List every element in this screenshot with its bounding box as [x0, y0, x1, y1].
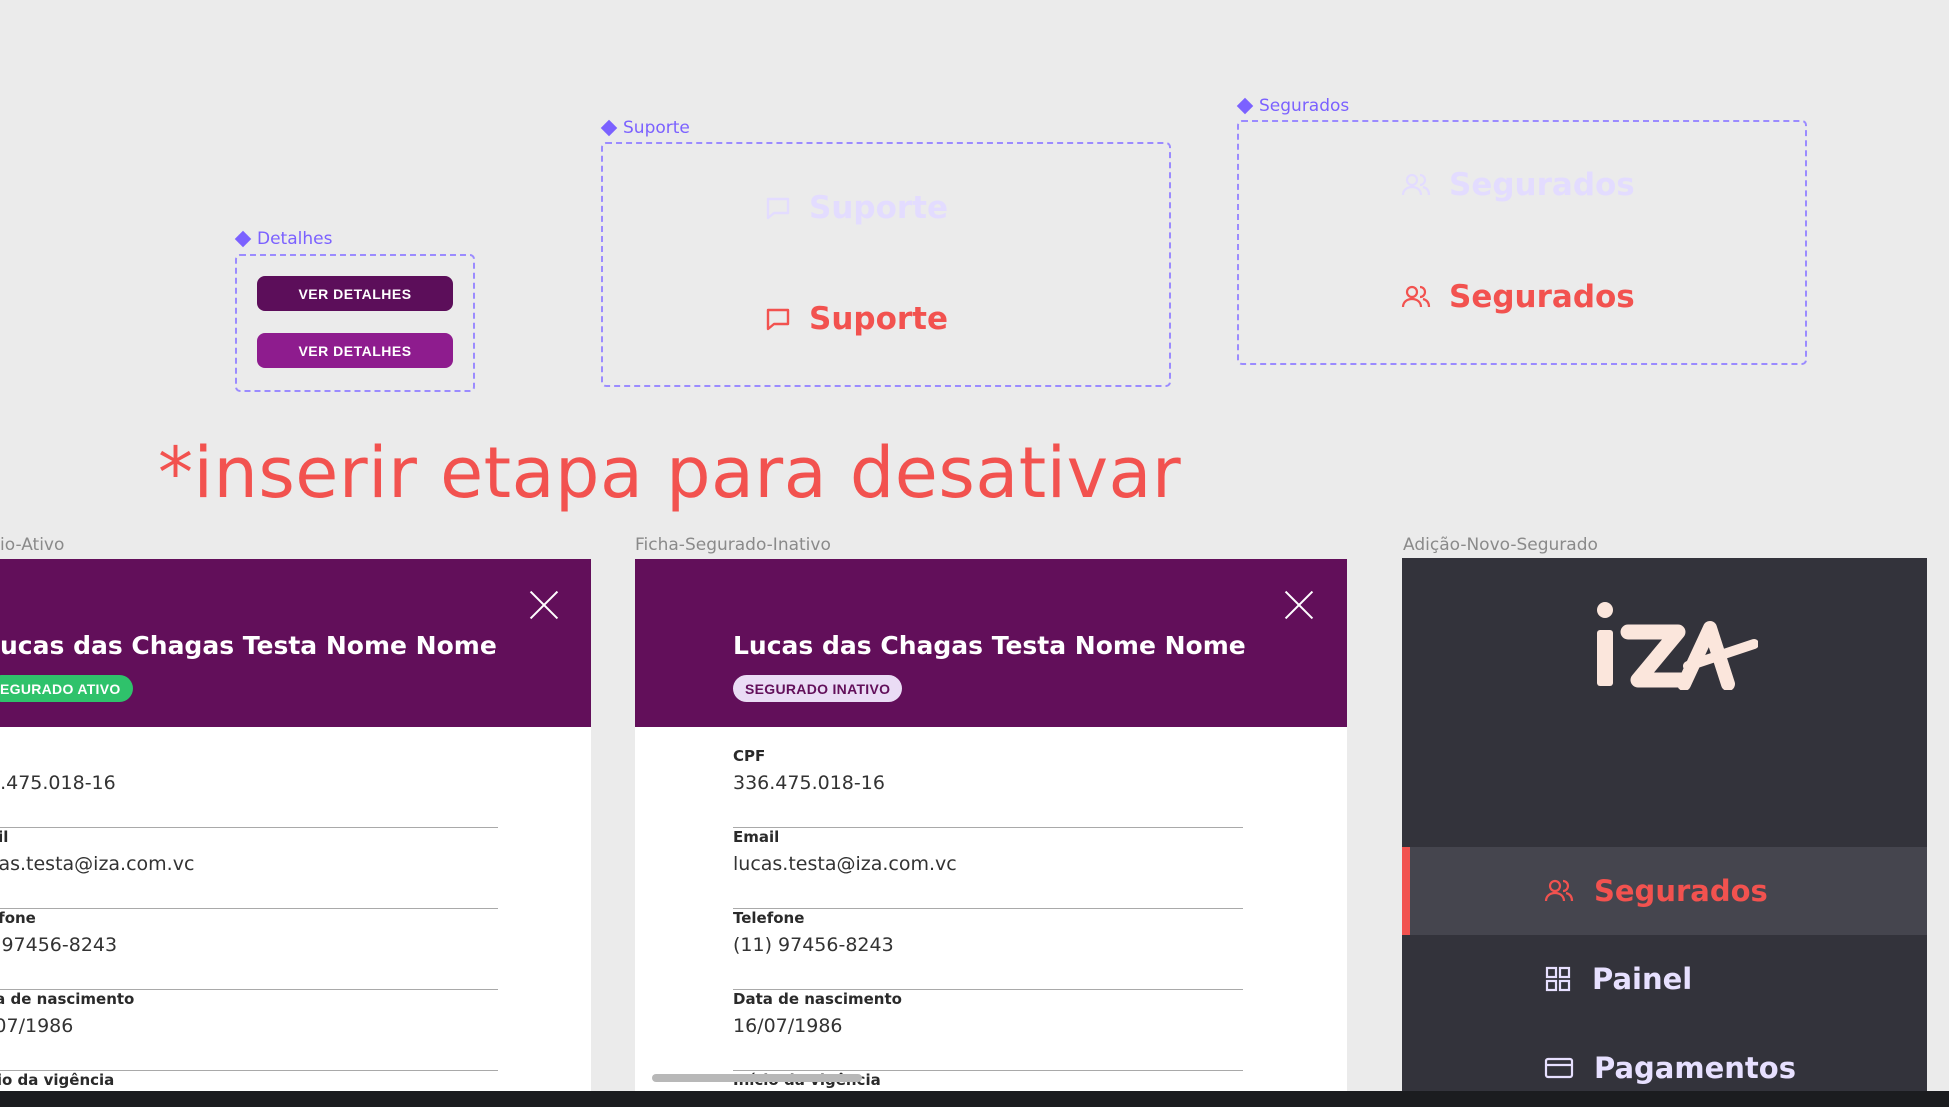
design-note: *inserir etapa para desativar	[158, 432, 1182, 514]
ver-detalhes-button[interactable]: VER DETALHES	[257, 276, 453, 311]
field-value: lucas.testa@iza.com.vc	[733, 853, 957, 875]
detalhes-component-label: Detalhes	[234, 229, 332, 249]
detalhes-component-frame	[235, 254, 475, 392]
field-label: ta de nascimento	[0, 990, 135, 1008]
frame-label-novo: Adição-Novo-Segurado	[1403, 535, 1598, 555]
birthdate-field: ta de nascimento /07/1986	[0, 990, 498, 1071]
chat-icon	[766, 308, 790, 331]
field-value: /07/1986	[0, 1015, 74, 1037]
component-icon	[234, 230, 252, 247]
insured-name: ucas das Chagas Testa Nome Nome	[0, 631, 497, 660]
users-icon	[1544, 879, 1574, 902]
horizontal-scrollbar[interactable]	[652, 1074, 862, 1082]
field-label: efone	[0, 909, 36, 927]
sidebar-item-painel[interactable]: Painel	[1402, 935, 1927, 1023]
sidebar-nav: iza Segurados Painel Pagamentos	[1402, 558, 1927, 1098]
status-badge: EGURADO ATIVO	[0, 675, 133, 702]
chat-icon	[766, 197, 790, 220]
suporte-nav-inactive[interactable]: Suporte	[765, 190, 948, 226]
cpf-field: CPF 336.475.018-16	[733, 747, 1243, 828]
field-label: Email	[733, 828, 780, 846]
email-field: Email lucas.testa@iza.com.vc	[733, 828, 1243, 909]
segurados-nav-active[interactable]: Segurados	[1401, 279, 1635, 315]
segurados-nav-inactive[interactable]: Segurados	[1401, 167, 1635, 203]
sidebar-item-segurados[interactable]: Segurados	[1402, 847, 1927, 935]
field-label: Data de nascimento	[733, 990, 902, 1008]
users-icon	[1401, 285, 1431, 308]
field-value: (11) 97456-8243	[733, 934, 894, 956]
frame-label-ativo: io-Ativo	[0, 535, 65, 555]
cpf-field: F 6.475.018-16	[0, 747, 498, 828]
iza-logo: iza	[1597, 602, 1758, 690]
ficha-segurado-ativo-panel: ucas das Chagas Testa Nome Nome EGURADO …	[0, 559, 591, 1091]
grid-icon	[1545, 966, 1571, 992]
field-value: 6.475.018-16	[0, 772, 116, 794]
status-badge: SEGURADO INATIVO	[733, 675, 903, 702]
component-icon	[600, 119, 618, 136]
sidebar-item-pagamentos[interactable]: Pagamentos	[1402, 1024, 1927, 1098]
field-label: CPF	[733, 747, 766, 765]
suporte-component-frame	[601, 142, 1171, 387]
suporte-nav-active[interactable]: Suporte	[765, 301, 948, 337]
panel-header: Lucas das Chagas Testa Nome Nome SEGURAD…	[635, 559, 1347, 727]
component-icon	[1236, 97, 1254, 114]
phone-field: Telefone (11) 97456-8243	[733, 909, 1243, 990]
field-value: ) 97456-8243	[0, 934, 118, 956]
vigencia-field: cio da vigência	[0, 1071, 498, 1091]
phone-field: efone ) 97456-8243	[0, 909, 498, 990]
ver-detalhes-hover-button[interactable]: VER DETALHES	[257, 333, 453, 368]
card-icon	[1544, 1057, 1574, 1079]
insured-name: Lucas das Chagas Testa Nome Nome	[733, 631, 1246, 660]
ficha-segurado-inativo-panel: Lucas das Chagas Testa Nome Nome SEGURAD…	[635, 559, 1347, 1091]
segurados-component-label: Segurados	[1236, 96, 1349, 116]
panel-header: ucas das Chagas Testa Nome Nome EGURADO …	[0, 559, 591, 727]
field-label: cio da vigência	[0, 1071, 115, 1089]
active-indicator	[1402, 847, 1410, 935]
field-label: ail	[0, 828, 9, 846]
suporte-component-label: Suporte	[600, 118, 690, 138]
frame-label-inativo: Ficha-Segurado-Inativo	[635, 535, 831, 555]
users-icon	[1401, 173, 1431, 196]
close-icon[interactable]	[528, 589, 560, 621]
field-value: 16/07/1986	[733, 1015, 843, 1037]
birthdate-field: Data de nascimento 16/07/1986	[733, 990, 1243, 1071]
field-label: Telefone	[733, 909, 805, 927]
email-field: ail cas.testa@iza.com.vc	[0, 828, 498, 909]
field-value: cas.testa@iza.com.vc	[0, 853, 195, 875]
bottom-strip	[0, 1091, 1949, 1107]
segurados-component-frame	[1237, 120, 1807, 365]
close-icon[interactable]	[1283, 589, 1315, 621]
field-value: 336.475.018-16	[733, 772, 885, 794]
